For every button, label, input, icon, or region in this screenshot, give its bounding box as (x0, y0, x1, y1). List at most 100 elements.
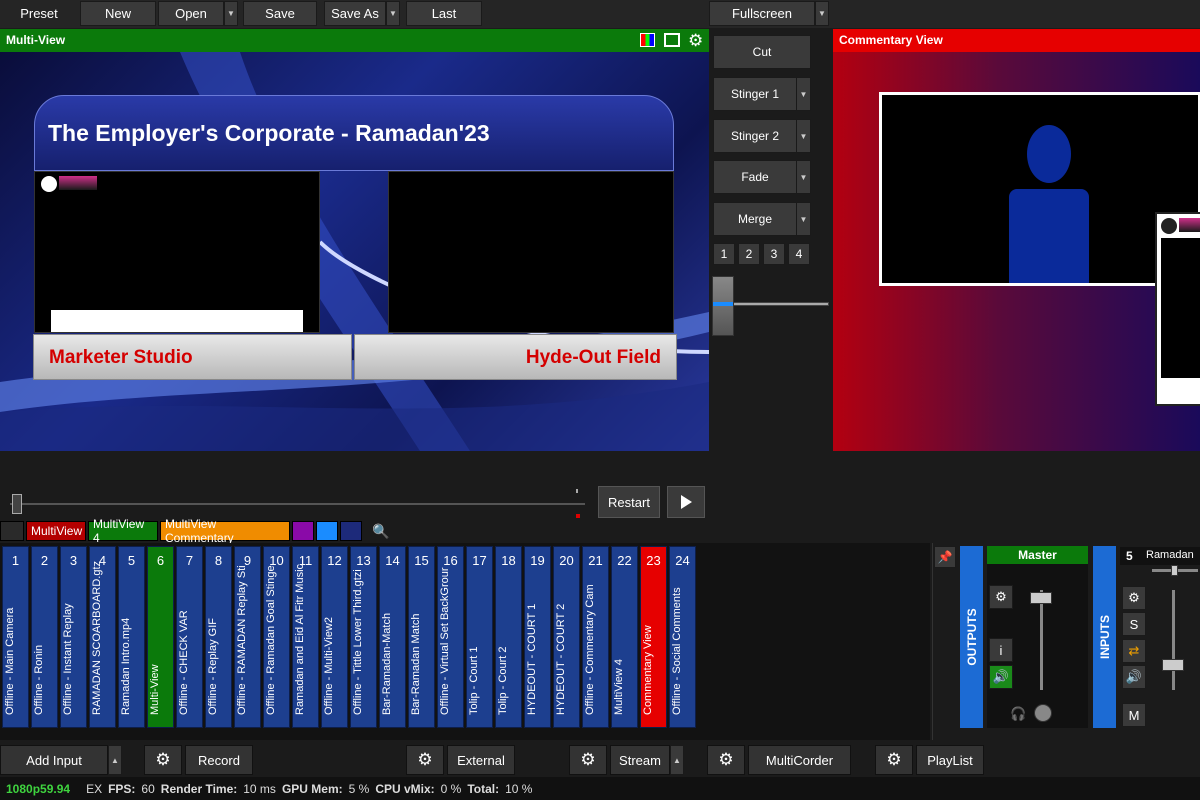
input-tile[interactable]: 13 Offline - Tittle Lower Third.gtzi (350, 546, 377, 728)
save-preset-button[interactable]: Save (243, 1, 317, 26)
tab-5[interactable] (340, 521, 362, 541)
tab-all[interactable] (0, 521, 24, 541)
stream-button[interactable]: Stream (610, 745, 670, 775)
input-tile[interactable]: 19 HYDEOUT - COURT 1 (524, 546, 551, 728)
external-settings-gear-icon[interactable]: ⚙ (406, 745, 444, 775)
fade-dropdown-icon[interactable]: ▼ (796, 161, 810, 193)
person-body-shape (1009, 189, 1089, 283)
tab-3[interactable] (292, 521, 314, 541)
stinger-2-button[interactable]: Stinger 2 ▼ (713, 119, 811, 153)
save-as-dropdown-icon[interactable]: ▼ (386, 1, 400, 26)
stream-settings-gear-icon[interactable]: ⚙ (569, 745, 607, 775)
input-tile[interactable]: 14 Bar-Ramadan-Match (379, 546, 406, 728)
inputs-tab[interactable]: INPUTS (1093, 546, 1116, 728)
fullscreen-dropdown-icon[interactable]: ▼ (815, 1, 829, 26)
input-tile[interactable]: 18 Tolip - Court 2 (495, 546, 522, 728)
input-tile[interactable]: 2 Offline - Ronin (31, 546, 58, 728)
external-button[interactable]: External (447, 745, 515, 775)
channel-balance-handle[interactable] (1171, 565, 1178, 576)
headphone-volume-knob[interactable] (1034, 704, 1052, 722)
add-input-dropdown-icon[interactable]: ▲ (108, 745, 122, 775)
stinger-1-label: Stinger 1 (730, 87, 780, 101)
input-tile[interactable]: 12 Offline - Multi-View2 (321, 546, 348, 728)
color-bars-icon[interactable] (640, 33, 655, 47)
channel-speaker-icon[interactable]: 🔊 (1122, 665, 1146, 689)
input-tile[interactable]: 1 Offline - Main Camera (2, 546, 29, 728)
input-tile[interactable]: 16 Offline - Virtual Set BackGrour (437, 546, 464, 728)
multicorder-button[interactable]: MultiCorder (748, 745, 851, 775)
input-tile[interactable]: 22 MultiView 4 (611, 546, 638, 728)
restart-button[interactable]: Restart (598, 486, 660, 518)
add-input-button[interactable]: Add Input (0, 745, 108, 775)
input-tile[interactable]: 10 Offline - Ramadan Goal Stinge (263, 546, 290, 728)
seek-track[interactable] (10, 503, 585, 505)
merge-dropdown-icon[interactable]: ▼ (796, 203, 810, 235)
input-tile[interactable]: 4 RAMADAN SCOARBOARD.gtz (89, 546, 116, 728)
channel-solo-button[interactable]: S (1122, 612, 1146, 636)
master-fader-track[interactable] (1040, 590, 1043, 690)
channel-route-icon[interactable]: ⇄ (1122, 639, 1146, 663)
input-tile[interactable]: 8 Offline - Replay GIF (205, 546, 232, 728)
t-bar-handle[interactable] (712, 276, 734, 336)
merge-button[interactable]: Merge ▼ (713, 202, 811, 236)
input-tile[interactable]: 11 Ramadan and Eid Al Fitr Music (292, 546, 319, 728)
master-settings-gear-icon[interactable]: ⚙ (989, 585, 1013, 609)
master-speaker-icon[interactable]: 🔊 (989, 665, 1013, 689)
transition-2-button[interactable]: 2 (738, 243, 760, 265)
cut-button[interactable]: Cut (713, 35, 811, 69)
input-tile[interactable]: 21 Offline - Commentary Cam (582, 546, 609, 728)
input-tile[interactable]: 23 Commentary View (640, 546, 667, 728)
stinger-1-dropdown-icon[interactable]: ▼ (796, 78, 810, 110)
stinger-1-button[interactable]: Stinger 1 ▼ (713, 77, 811, 111)
safe-area-icon[interactable] (664, 33, 680, 47)
tab-0[interactable]: MultiView (26, 521, 86, 541)
preview-screen[interactable]: The Employer's Corporate - Ramadan'23 Ma… (0, 52, 709, 451)
channel-settings-gear-icon[interactable]: ⚙ (1122, 586, 1146, 610)
open-dropdown-icon[interactable]: ▼ (224, 1, 238, 26)
input-tile[interactable]: 17 Tolip - Court 1 (466, 546, 493, 728)
save-as-button[interactable]: Save As (324, 1, 386, 26)
tab-4[interactable] (316, 521, 338, 541)
gear-icon[interactable]: ⚙ (688, 29, 703, 52)
master-info-button[interactable]: i (989, 638, 1013, 662)
input-tile[interactable]: 7 Offline - CHECK VAR (176, 546, 203, 728)
tab-2[interactable]: MultiView Commentary (160, 517, 290, 545)
stream-dropdown-icon[interactable]: ▲ (670, 745, 684, 775)
record-settings-gear-icon[interactable]: ⚙ (144, 745, 182, 775)
transition-4-button[interactable]: 4 (788, 243, 810, 265)
multiview-slot-2[interactable] (388, 171, 674, 333)
input-tile[interactable]: 15 Bar-Ramadan Match (408, 546, 435, 728)
record-button[interactable]: Record (185, 745, 253, 775)
outputs-tab[interactable]: OUTPUTS (960, 546, 983, 728)
channel-fader-handle[interactable] (1162, 659, 1184, 671)
output-screen[interactable] (833, 52, 1200, 451)
stinger-2-dropdown-icon[interactable]: ▼ (796, 120, 810, 152)
multicorder-settings-gear-icon[interactable]: ⚙ (707, 745, 745, 775)
playlist-settings-gear-icon[interactable]: ⚙ (875, 745, 913, 775)
fullscreen-button[interactable]: Fullscreen (709, 1, 815, 26)
input-tile[interactable]: 6 Multi-View (147, 546, 174, 728)
fade-button[interactable]: Fade ▼ (713, 160, 811, 194)
input-tile[interactable]: 20 HYDEOUT - COURT 2 (553, 546, 580, 728)
seek-handle[interactable] (12, 494, 22, 514)
input-tile[interactable]: 3 Offline - Instant Replay (60, 546, 87, 728)
tab-1[interactable]: MultiView 4 (88, 517, 158, 545)
channel-mute-button[interactable]: M (1122, 703, 1146, 727)
brand-logo-icon (59, 176, 97, 190)
channel-fader-track[interactable] (1172, 590, 1175, 690)
multiview-slot-1[interactable] (34, 171, 320, 333)
pin-icon[interactable]: 📌 (934, 546, 956, 568)
new-preset-button[interactable]: New (80, 1, 156, 26)
last-preset-button[interactable]: Last (406, 1, 482, 26)
transition-1-button[interactable]: 1 (713, 243, 735, 265)
headphones-icon[interactable]: 🎧 (1010, 706, 1026, 722)
input-tile[interactable]: 24 Offline - Social Comments (669, 546, 696, 728)
input-tile[interactable]: 5 Ramadan Intro.mp4 (118, 546, 145, 728)
search-icon[interactable]: 🔍 (370, 521, 392, 541)
open-preset-button[interactable]: Open (158, 1, 224, 26)
transition-3-button[interactable]: 3 (763, 243, 785, 265)
play-button[interactable] (667, 486, 705, 518)
master-fader-handle[interactable] (1030, 592, 1052, 604)
playlist-button[interactable]: PlayList (916, 745, 984, 775)
input-tile[interactable]: 9 Offline - RAMADAN Replay Sti (234, 546, 261, 728)
